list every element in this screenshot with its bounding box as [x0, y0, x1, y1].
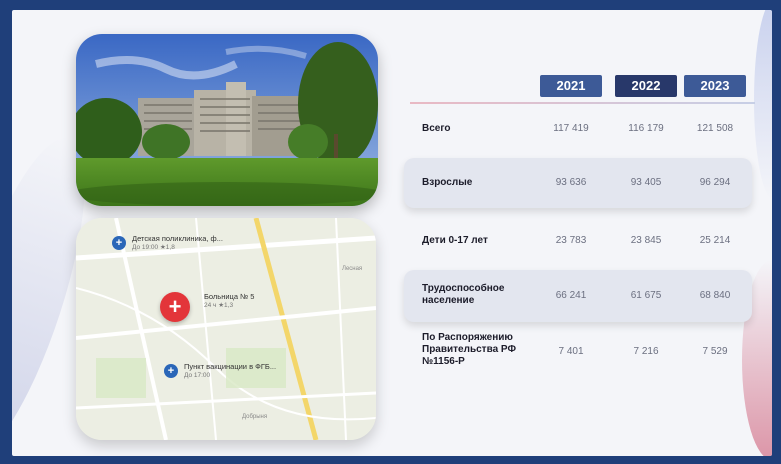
table-row: Трудоспособное население 66 241 61 675 6… — [404, 270, 752, 322]
row-label: Трудоспособное население — [422, 283, 505, 306]
map-pin-label: Детская поликлиника, ф... До 19:00 ★1,8 — [132, 234, 223, 252]
cell-2023: 7 529 — [702, 346, 728, 357]
table-row: Всего 117 419 116 179 121 508 — [410, 116, 755, 142]
cell-2021: 117 419 — [553, 123, 589, 134]
cell-2023: 96 294 — [699, 177, 731, 188]
decorative-swoosh-right-blue — [754, 10, 772, 200]
year-header-2021: 2021 — [540, 75, 602, 97]
cell-2022: 93 405 — [630, 177, 662, 188]
header-divider — [410, 102, 755, 104]
clinic-marker-icon[interactable]: + — [112, 236, 126, 250]
cell-2022: 116 179 — [628, 123, 664, 134]
cell-2021: 7 401 — [558, 346, 584, 357]
map-pin-label: Пункт вакцинации в ФГБ... До 17:00 — [184, 362, 276, 380]
table-row: По Распоряжению Правительства РФ №1156-Р… — [410, 330, 755, 374]
cell-2021: 93 636 — [555, 177, 587, 188]
year-header-2022: 2022 — [615, 75, 677, 97]
road-label: Лесная — [342, 266, 363, 272]
cell-2023: 121 508 — [696, 123, 734, 134]
row-label: По Распоряжению Правительства РФ №1156-Р — [422, 332, 516, 367]
pin-subtitle: До 19:00 ★1,8 — [132, 244, 175, 251]
vaccination-marker-icon[interactable]: + — [164, 364, 178, 378]
cell-2022: 7 216 — [633, 346, 659, 357]
road-label: Добрыня — [242, 414, 268, 420]
cell-2021: 23 783 — [555, 235, 587, 246]
year-header-2023: 2023 — [684, 75, 746, 97]
pin-subtitle: 24 ч ★1,3 — [204, 302, 234, 309]
location-map[interactable]: + Детская поликлиника, ф... До 19:00 ★1,… — [76, 218, 376, 440]
pin-subtitle: До 17:00 — [184, 372, 211, 379]
row-label: Взрослые — [422, 177, 473, 188]
slide: + Детская поликлиника, ф... До 19:00 ★1,… — [12, 10, 772, 456]
hospital-photo — [76, 34, 378, 206]
cell-2023: 68 840 — [699, 290, 731, 301]
table-row: Дети 0-17 лет 23 783 23 845 25 214 — [410, 228, 755, 254]
row-label: Всего — [422, 123, 451, 134]
table-row: Взрослые 93 636 93 405 96 294 — [404, 158, 752, 208]
pin-title: Детская поликлиника, ф... — [132, 234, 223, 243]
hospital-map-pin-icon[interactable]: + — [160, 292, 190, 322]
cell-2022: 23 845 — [630, 235, 662, 246]
cell-2022: 61 675 — [630, 290, 662, 301]
pin-title: Пункт вакцинации в ФГБ... — [184, 362, 277, 371]
pin-title: Больница № 5 — [204, 292, 255, 301]
cell-2023: 25 214 — [699, 235, 731, 246]
cell-2021: 66 241 — [555, 290, 587, 301]
map-pin-label: Больница № 5 24 ч ★1,3 — [204, 292, 254, 310]
row-label: Дети 0-17 лет — [422, 235, 488, 246]
